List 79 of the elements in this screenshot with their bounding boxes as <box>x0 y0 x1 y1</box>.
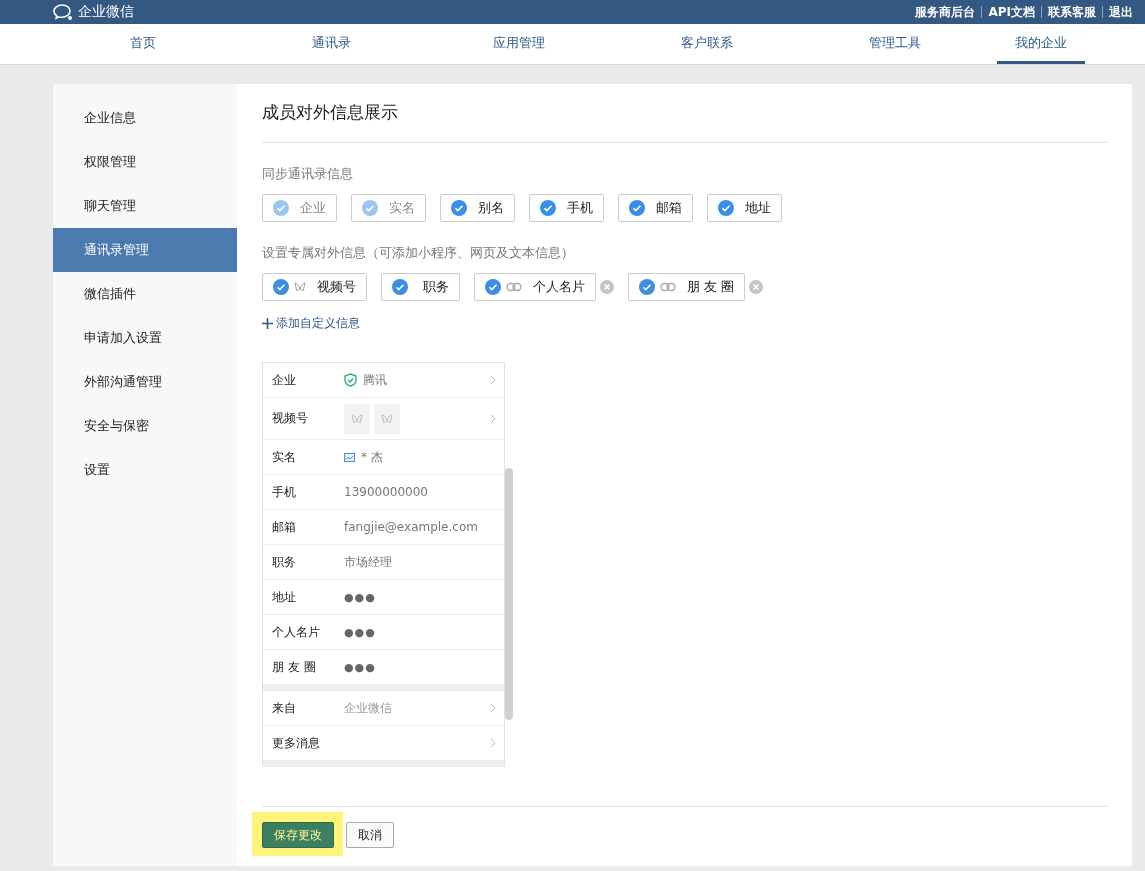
checkbox-icon[interactable] <box>451 200 467 216</box>
video-tile-icon <box>344 403 370 434</box>
page-title: 成员对外信息展示 <box>262 101 399 124</box>
nav-tab[interactable]: 首页 <box>57 24 229 64</box>
field-label: 个人名片 <box>272 623 321 641</box>
remove-icon[interactable] <box>749 280 764 294</box>
save-button[interactable]: 保存更改 <box>262 822 334 848</box>
field-label: 实名 <box>272 448 297 466</box>
checkbox-chip[interactable]: 朋 友 圈 <box>628 273 746 301</box>
checkbox-chip[interactable]: 职务 <box>381 273 460 301</box>
field-label: 职务 <box>272 553 297 571</box>
link-icon <box>506 282 522 292</box>
checkbox-icon[interactable] <box>485 279 501 295</box>
top-link[interactable]: 退出 <box>1103 3 1139 21</box>
field-label: 企业 <box>272 371 297 389</box>
sidebar-item[interactable]: 权限管理 <box>53 140 237 184</box>
chevron-icon <box>490 738 496 748</box>
sidebar-item[interactable]: 通讯录管理 <box>53 228 237 272</box>
checkbox-icon[interactable] <box>540 200 556 216</box>
field-value: ●●● <box>344 660 376 674</box>
nav-tab[interactable]: 管理工具 <box>809 24 981 64</box>
field-label: 更多消息 <box>272 734 321 752</box>
section-label: 设置专属对外信息（可添加小程序、网页及文本信息） <box>262 244 575 262</box>
field-value: ●●● <box>344 590 376 604</box>
nav-tab[interactable]: 我的企业 <box>997 24 1085 64</box>
shield-check-icon <box>344 373 357 387</box>
top-link[interactable]: 联系客服 <box>1042 3 1102 21</box>
checkbox-chip[interactable]: 别名 <box>440 194 515 222</box>
sidebar-item[interactable]: 设置 <box>53 448 237 492</box>
nav-tab[interactable]: 客户联系 <box>621 24 793 64</box>
sidebar-item[interactable]: 微信插件 <box>53 272 237 316</box>
sidebar-item[interactable]: 安全与保密 <box>53 404 237 448</box>
checkbox-chip[interactable]: 地址 <box>707 194 782 222</box>
field-label: 来自 <box>272 699 297 717</box>
sidebar-item[interactable]: 申请加入设置 <box>53 316 237 360</box>
top-link[interactable]: API文档 <box>982 3 1041 21</box>
checkbox-icon[interactable] <box>629 200 645 216</box>
brand-name: 企业微信 <box>78 3 134 21</box>
nav-tab[interactable]: 应用管理 <box>433 24 605 64</box>
checkbox-chip[interactable]: 个人名片 <box>474 273 596 301</box>
add-custom-label[interactable]: 添加自定义信息 <box>276 315 360 332</box>
checkbox-chip[interactable]: 邮箱 <box>618 194 693 222</box>
sidebar-item[interactable]: 企业信息 <box>53 96 237 140</box>
checkbox-chip[interactable]: 手机 <box>529 194 604 222</box>
section-label: 同步通讯录信息 <box>262 165 354 183</box>
field-label: 地址 <box>272 588 297 606</box>
field-value: 企业微信 <box>344 699 392 717</box>
chevron-icon <box>490 703 496 713</box>
link-icon <box>660 282 676 292</box>
plus-icon <box>262 318 273 329</box>
checkbox-chip[interactable]: 视频号 <box>262 273 367 301</box>
sidebar-item[interactable]: 聊天管理 <box>53 184 237 228</box>
field-label: 手机 <box>272 483 297 501</box>
field-value: 市场经理 <box>344 553 392 571</box>
cancel-button[interactable]: 取消 <box>346 822 394 848</box>
field-value: ●●● <box>344 625 376 639</box>
field-label: 邮箱 <box>272 518 297 536</box>
field-label: 视频号 <box>272 410 309 427</box>
sidebar-item[interactable]: 外部沟通管理 <box>53 360 237 404</box>
field-value: * 杰 <box>361 448 383 466</box>
remove-icon[interactable] <box>600 280 614 294</box>
chevron-icon <box>490 413 496 424</box>
checkbox-icon[interactable] <box>639 279 655 295</box>
checkbox-icon[interactable] <box>273 279 289 295</box>
add-custom-link[interactable]: 添加自定义信息 <box>262 315 1107 332</box>
field-value: 13900000000 <box>344 485 428 499</box>
nav-tab[interactable]: 通讯录 <box>245 24 417 64</box>
field-value: 腾讯 <box>363 371 387 389</box>
butterfly-icon <box>294 282 306 292</box>
chat-bubble-icon <box>52 3 74 21</box>
checkbox-icon[interactable] <box>718 200 734 216</box>
id-card-icon <box>344 452 355 462</box>
chevron-icon <box>490 375 496 385</box>
video-tile-icon <box>374 403 400 434</box>
scrollbar[interactable] <box>505 468 513 720</box>
field-value: fangjie@example.com <box>344 520 478 534</box>
checkbox-icon[interactable] <box>392 279 408 295</box>
field-label: 朋 友 圈 <box>272 658 317 676</box>
top-link[interactable]: 服务商后台 <box>909 3 982 21</box>
